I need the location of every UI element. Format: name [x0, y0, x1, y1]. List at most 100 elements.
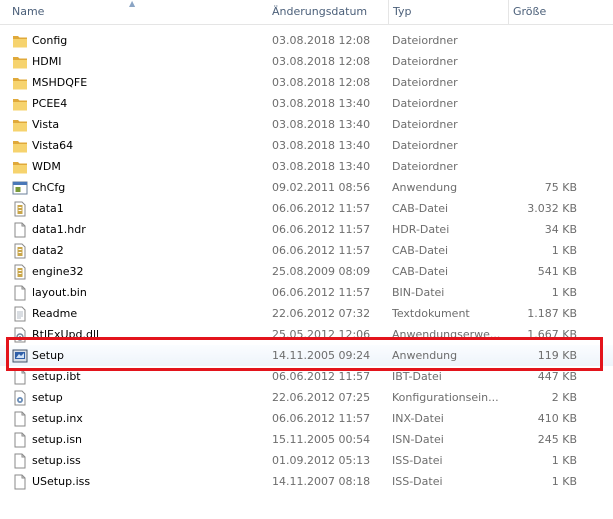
file-row[interactable]: setup.inx 06.06.2012 11:57 INX-Datei 410 KB — [0, 408, 613, 429]
file-name: layout.bin — [32, 286, 87, 299]
folder-icon — [12, 138, 28, 154]
folder-icon — [12, 159, 28, 175]
file-row[interactable]: setup 22.06.2012 07:25 Konfigurationsein..… — [0, 387, 613, 408]
file-size: 3.032 KB — [527, 202, 577, 215]
file-name: Config — [32, 34, 68, 47]
file-date: 01.09.2012 05:13 — [272, 454, 371, 467]
file-name: setup.ibt — [32, 370, 81, 383]
file-date: 06.06.2012 11:57 — [272, 412, 371, 425]
file-row[interactable]: setup.isn 15.11.2005 00:54 ISN-Datei 245 KB — [0, 429, 613, 450]
file-date: 22.06.2012 07:32 — [272, 307, 371, 320]
column-header-date-label: Änderungsdatum — [272, 5, 368, 18]
file-type: Dateiordner — [392, 118, 458, 131]
file-row[interactable]: PCEE4 03.08.2018 13:40 Dateiordner — [0, 93, 613, 114]
file-row[interactable]: ChCfg 09.02.2011 08:56 Anwendung 75 KB — [0, 177, 613, 198]
file-row[interactable]: setup.iss 01.09.2012 05:13 ISS-Datei 1 KB — [0, 450, 613, 471]
file-name: HDMI — [32, 55, 62, 68]
file-row[interactable]: Config 03.08.2018 12:08 Dateiordner — [0, 30, 613, 51]
file-date: 03.08.2018 13:40 — [272, 139, 371, 152]
file-date: 14.11.2007 08:18 — [272, 475, 371, 488]
file-size: 1.187 KB — [527, 307, 577, 320]
file-type: Anwendungserwe... — [392, 328, 501, 341]
file-type: ISN-Datei — [392, 433, 444, 446]
file-type: IBT-Datei — [392, 370, 442, 383]
file-row[interactable]: MSHDQFE 03.08.2018 12:08 Dateiordner — [0, 72, 613, 93]
file-size: 1 KB — [551, 454, 577, 467]
file-name: engine32 — [32, 265, 84, 278]
file-date: 03.08.2018 13:40 — [272, 118, 371, 131]
column-header-date[interactable]: Änderungsdatum — [268, 0, 386, 24]
dll-file-icon — [12, 327, 28, 343]
file-name: data1.hdr — [32, 223, 86, 236]
file-size: 1 KB — [551, 475, 577, 488]
file-row[interactable]: setup.ibt 06.06.2012 11:57 IBT-Datei 447 KB — [0, 366, 613, 387]
column-header-size-label: Größe — [513, 5, 547, 18]
folder-icon — [12, 96, 28, 112]
column-header-bar: Name ▲ Änderungsdatum Typ Größe — [0, 0, 613, 25]
file-row[interactable]: RtlExUpd.dll 25.05.2012 12:06 Anwendungser… — [0, 324, 613, 345]
file-row[interactable]: data2 06.06.2012 11:57 CAB-Datei 1 KB — [0, 240, 613, 261]
sort-ascending-icon: ▲ — [129, 0, 136, 8]
file-type: Dateiordner — [392, 55, 458, 68]
file-name: Vista64 — [32, 139, 74, 152]
file-row[interactable]: WDM 03.08.2018 13:40 Dateiordner — [0, 156, 613, 177]
file-date: 03.08.2018 12:08 — [272, 34, 371, 47]
file-date: 09.02.2011 08:56 — [272, 181, 371, 194]
file-size: 1 KB — [551, 286, 577, 299]
column-header-name[interactable]: Name — [8, 0, 264, 24]
folder-icon — [12, 75, 28, 91]
column-header-type[interactable]: Typ — [388, 0, 506, 24]
file-name: setup — [32, 391, 63, 404]
file-type: ISS-Datei — [392, 454, 443, 467]
file-name: Readme — [32, 307, 78, 320]
file-name: Vista — [32, 118, 60, 131]
file-date: 25.05.2012 12:06 — [272, 328, 371, 341]
file-row[interactable]: data1.hdr 06.06.2012 11:57 HDR-Datei 34 KB — [0, 219, 613, 240]
file-row[interactable]: data1 06.06.2012 11:57 CAB-Datei 3.032 KB — [0, 198, 613, 219]
file-name: WDM — [32, 160, 61, 173]
folder-icon — [12, 33, 28, 49]
file-row[interactable]: Vista 03.08.2018 13:40 Dateiordner — [0, 114, 613, 135]
file-row[interactable]: Vista64 03.08.2018 13:40 Dateiordner — [0, 135, 613, 156]
file-type: ISS-Datei — [392, 475, 443, 488]
file-type: Dateiordner — [392, 160, 458, 173]
file-date: 03.08.2018 12:08 — [272, 76, 371, 89]
file-date: 14.11.2005 09:24 — [272, 349, 371, 362]
file-row[interactable]: engine32 25.08.2009 08:09 CAB-Datei 541 KB — [0, 261, 613, 282]
file-size — [505, 72, 577, 93]
file-type: CAB-Datei — [392, 202, 449, 215]
file-name: PCEE4 — [32, 97, 68, 110]
file-row[interactable]: HDMI 03.08.2018 12:08 Dateiordner — [0, 51, 613, 72]
file-size: 2 KB — [551, 391, 577, 404]
file-row[interactable]: USetup.iss 14.11.2007 08:18 ISS-Datei 1 KB — [0, 471, 613, 492]
file-date: 06.06.2012 11:57 — [272, 223, 371, 236]
file-date: 06.06.2012 11:57 — [272, 370, 371, 383]
file-size: 541 KB — [537, 265, 577, 278]
file-type: Anwendung — [392, 181, 458, 194]
file-row[interactable]: Setup 14.11.2005 09:24 Anwendung 119 KB — [0, 345, 613, 366]
file-size — [505, 51, 577, 72]
file-name: Setup — [32, 349, 65, 362]
file-size: 34 KB — [544, 223, 577, 236]
file-list: Config 03.08.2018 12:08 Dateiordner HDMI 03.… — [0, 30, 613, 492]
file-size: 447 KB — [537, 370, 577, 383]
file-icon — [12, 285, 28, 301]
file-size: 75 KB — [544, 181, 577, 194]
text-document-icon — [12, 306, 28, 322]
file-type: INX-Datei — [392, 412, 444, 425]
file-row[interactable]: Readme 22.06.2012 07:32 Textdokument 1.187 … — [0, 303, 613, 324]
file-type: Dateiordner — [392, 139, 458, 152]
cabinet-file-icon — [12, 264, 28, 280]
file-type: Textdokument — [392, 307, 470, 320]
file-name: setup.inx — [32, 412, 83, 425]
file-name: setup.iss — [32, 454, 81, 467]
file-icon — [12, 453, 28, 469]
column-header-size[interactable]: Größe — [508, 0, 613, 24]
file-type: CAB-Datei — [392, 244, 449, 257]
file-date: 22.06.2012 07:25 — [272, 391, 371, 404]
folder-icon — [12, 54, 28, 70]
file-name: data2 — [32, 244, 64, 257]
file-row[interactable]: layout.bin 06.06.2012 11:57 BIN-Datei 1 KB — [0, 282, 613, 303]
file-name: setup.isn — [32, 433, 83, 446]
setup-application-icon — [12, 348, 28, 364]
